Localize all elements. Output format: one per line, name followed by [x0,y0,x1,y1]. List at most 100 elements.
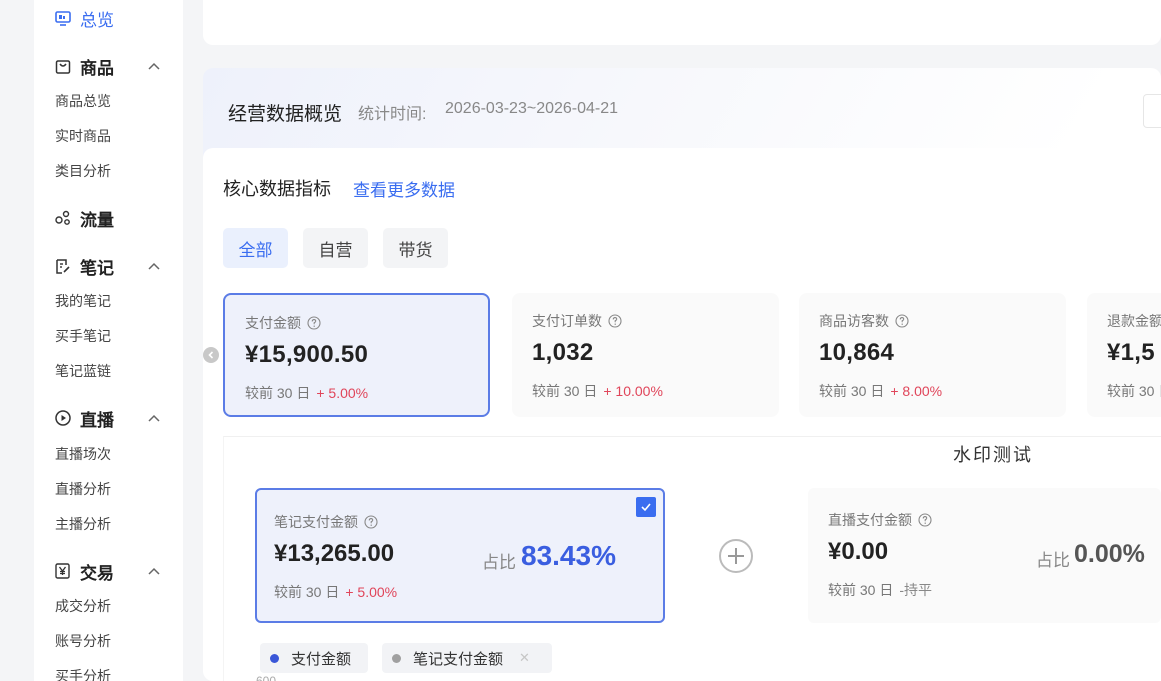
chevron-left-icon [208,351,214,359]
compare-prefix: 较前 30 日 [274,584,340,600]
section-title: 核心数据指标 [223,179,331,199]
metric-value: 10,864 [819,339,895,366]
sidebar-group-label: 总览 [80,10,114,30]
date-picker-button[interactable] [1143,94,1161,128]
metric-card-payment[interactable]: 支付金额 ¥15,900.50 较前 30 日 + 5.00% [223,293,490,417]
monitor-icon [54,9,72,27]
top-card [203,0,1161,45]
metric-value: ¥1,5 [1107,339,1155,366]
sidebar-item-realtime-products[interactable]: 实时商品 [55,126,111,146]
breakdown-value: ¥13,265.00 [274,540,395,567]
scroll-left-button[interactable] [203,347,219,363]
legend-label: 笔记支付金额 [413,650,504,668]
metric-card-orders[interactable]: 支付订单数 1,032 较前 30 日 + 10.00% [512,293,779,417]
chevron-up-icon[interactable] [146,410,162,426]
metric-value: 1,032 [532,339,594,366]
breakdown-change: -持平 [899,582,933,598]
compare-prefix: 较前 30 日 [819,383,885,399]
legend-item-payment[interactable]: 支付金额 [260,643,368,673]
sidebar-gutter [0,0,34,681]
question-icon[interactable] [918,513,932,527]
metric-label: 支付订单数 [532,311,622,331]
question-icon[interactable] [307,316,321,330]
sidebar-group-label: 交易 [80,563,114,583]
close-icon[interactable]: ✕ [519,650,530,666]
metric-label: 支付金额 [245,313,321,333]
metric-change: + 8.00% [890,383,943,399]
metric-change: + 5.00% [316,385,369,401]
play-icon [54,409,72,427]
compare-prefix: 较前 30 日 [828,582,894,598]
chevron-up-icon[interactable] [146,563,162,579]
sidebar-item-buyer-analysis[interactable]: 买手分析 [55,666,111,681]
metric-value: ¥15,900.50 [245,341,369,368]
chart-y-tick: 600 [256,674,277,681]
sidebar-item-buyer-notes[interactable]: 买手笔记 [55,326,111,346]
sidebar-group-trade[interactable]: 交易 [54,559,160,583]
breakdown-compare: 较前 30 日 + 5.00% [274,582,397,602]
sidebar-item-live-analysis[interactable]: 直播分析 [55,479,111,499]
more-data-link[interactable]: 查看更多数据 [353,176,455,201]
sidebar-group-overview[interactable]: 总览 [54,6,114,30]
breakdown-label-text: 笔记支付金额 [274,514,358,530]
share-icon [54,209,72,227]
breakdown-compare: 较前 30 日 -持平 [828,580,932,600]
metric-compare: 较前 30 日 + 5.00% [245,383,368,403]
sidebar-item-live-sessions[interactable]: 直播场次 [55,444,111,464]
time-range-value: 2026-03-23~2026-04-21 [445,100,619,117]
question-icon[interactable] [364,515,378,529]
question-icon[interactable] [608,314,622,328]
metric-card-refund[interactable]: 退款金额 ¥1,5 较前 30 日 [1087,293,1161,417]
watermark: 水印测试 [953,445,1033,466]
tab-self-operated[interactable]: 自营 [303,228,368,268]
metric-label-text: 商品访客数 [819,313,889,329]
sidebar-group-label: 流量 [80,210,114,230]
add-button[interactable] [719,539,753,573]
chevron-up-icon[interactable] [146,58,162,74]
metric-card-visitors[interactable]: 商品访客数 10,864 较前 30 日 + 8.00% [799,293,1066,417]
legend-item-note-payment[interactable]: 笔记支付金额 ✕ [382,643,552,673]
legend-label: 支付金额 [291,650,352,668]
sidebar-group-products[interactable]: 商品 [54,54,160,78]
check-icon [641,503,651,512]
sidebar-item-note-links[interactable]: 笔记蓝链 [55,361,111,381]
question-icon[interactable] [895,314,909,328]
breakdown-label: 直播支付金额 [828,510,932,530]
ratio-value: 0.00% [1074,540,1145,568]
metric-label-text: 支付金额 [245,315,301,331]
page-title: 经营数据概览 [228,104,343,125]
chevron-up-icon[interactable] [146,258,162,274]
breakdown-card-live[interactable]: 直播支付金额 ¥0.00 较前 30 日 -持平 占比 0.00% [808,488,1161,623]
sidebar-group-label: 商品 [80,58,114,78]
tab-all[interactable]: 全部 [223,228,288,268]
sidebar-group-live[interactable]: 直播 [54,406,160,430]
note-icon [54,257,72,275]
metric-label: 退款金额 [1107,311,1161,331]
breakdown-change: + 5.00% [345,584,398,600]
sidebar-item-deal-analysis[interactable]: 成交分析 [55,596,111,616]
compare-prefix: 较前 30 日 [245,385,311,401]
metric-compare: 较前 30 日 [1107,381,1161,401]
compare-prefix: 较前 30 日 [532,383,598,399]
yen-icon [54,562,72,580]
sidebar-item-host-analysis[interactable]: 主播分析 [55,514,111,534]
breakdown-value: ¥0.00 [828,538,889,565]
sidebar-group-label: 笔记 [80,258,114,278]
bag-icon [54,57,72,75]
metric-label-text: 支付订单数 [532,313,602,329]
metric-compare: 较前 30 日 + 8.00% [819,381,942,401]
ratio-label: 占比 [1036,551,1070,570]
sidebar-group-notes[interactable]: 笔记 [54,254,160,278]
sidebar-item-my-notes[interactable]: 我的笔记 [55,291,111,311]
plus-icon [728,548,744,564]
sidebar-item-product-overview[interactable]: 商品总览 [55,91,111,111]
breakdown-card-note[interactable]: 笔记支付金额 ¥13,265.00 较前 30 日 + 5.00% 占比 83.4… [255,488,665,623]
selected-checkbox[interactable] [636,497,656,517]
sidebar-group-traffic[interactable]: 流量 [54,206,114,230]
ratio-label: 占比 [482,553,516,572]
tab-affiliate[interactable]: 带货 [383,228,448,268]
sidebar-item-account-analysis[interactable]: 账号分析 [55,631,111,651]
sidebar-group-label: 直播 [80,410,114,430]
sidebar-item-category-analysis[interactable]: 类目分析 [55,161,111,181]
metric-label-text: 退款金额 [1107,313,1161,329]
